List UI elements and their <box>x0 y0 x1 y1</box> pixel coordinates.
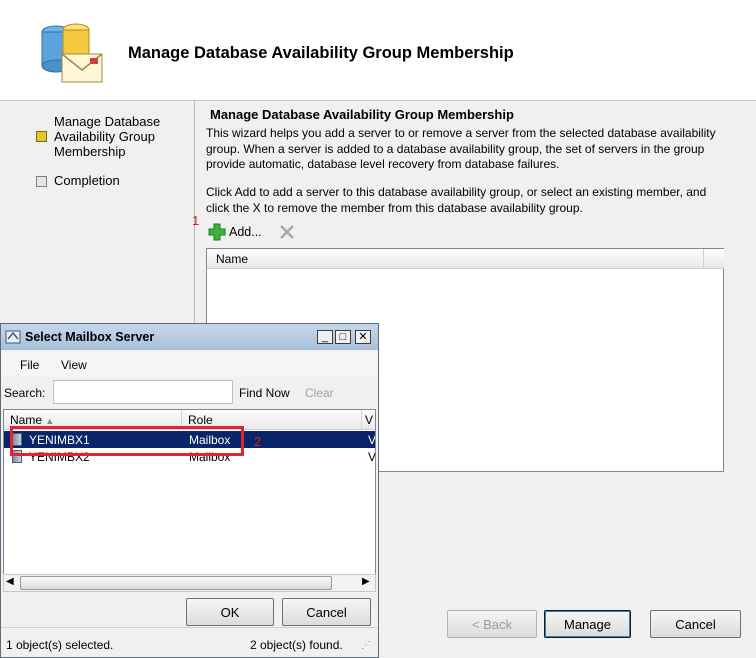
add-button-label: Add... <box>229 225 262 239</box>
search-label: Search: <box>4 386 46 400</box>
find-now-button[interactable]: Find Now <box>239 386 290 400</box>
annotation-2: 2 <box>254 434 262 449</box>
wizard-title: Manage Database Availability Group Membe… <box>128 44 514 62</box>
wizard-instructions: Click Add to add a server to this databa… <box>206 185 707 215</box>
name-column-header: Name <box>216 252 249 266</box>
step-completion-label: Completion <box>54 173 120 188</box>
annotation-highlight-box <box>10 426 244 456</box>
scrollbar-thumb[interactable] <box>20 576 332 590</box>
minimize-icon[interactable]: _ <box>317 330 333 344</box>
cancel-button[interactable]: Cancel <box>650 610 741 638</box>
horizontal-scrollbar[interactable]: ◀ ▶ <box>3 574 376 592</box>
close-icon[interactable]: ✕ <box>355 330 371 344</box>
remove-x-icon[interactable] <box>277 222 297 242</box>
wizard-description: This wizard helps you add a server to or… <box>206 126 716 171</box>
wizard-header: Manage Database Availability Group Membe… <box>0 0 756 101</box>
maximize-icon[interactable]: □ <box>335 330 351 344</box>
back-button[interactable]: < Back <box>447 610 537 638</box>
database-envelope-icon <box>41 23 103 83</box>
step-pending-icon <box>36 176 47 187</box>
status-found: 2 object(s) found. <box>250 638 343 652</box>
member-list-header[interactable]: Name <box>207 249 703 269</box>
server-version: V <box>368 433 376 447</box>
scroll-left-icon[interactable]: ◀ <box>6 576 14 587</box>
column-version[interactable]: V <box>362 410 375 429</box>
resize-grip-icon[interactable]: ⋰ <box>361 640 371 651</box>
dialog-title: Select Mailbox Server <box>25 330 155 344</box>
scroll-right-icon[interactable]: ▶ <box>362 576 370 587</box>
annotation-1: 1 <box>192 213 200 228</box>
status-selected: 1 object(s) selected. <box>6 638 114 652</box>
plus-icon <box>208 223 226 241</box>
menu-file[interactable]: File <box>20 358 39 372</box>
search-input[interactable] <box>53 380 233 404</box>
server-version: V <box>368 450 376 464</box>
add-button[interactable]: Add... <box>208 222 262 242</box>
member-list-header-filler <box>703 249 724 269</box>
select-mailbox-server-dialog: Select Mailbox Server _ □ ✕ File View Se… <box>0 323 379 658</box>
step-manage-label: Manage Database Availability Group Membe… <box>54 114 161 159</box>
clear-button[interactable]: Clear <box>305 386 334 400</box>
step-current-icon <box>36 131 47 142</box>
ok-button[interactable]: OK <box>186 598 274 626</box>
dialog-cancel-button[interactable]: Cancel <box>282 598 371 626</box>
dialog-menu-bar: File View <box>1 351 378 377</box>
menu-view[interactable]: View <box>61 358 87 372</box>
dialog-title-bar[interactable]: Select Mailbox Server _ □ ✕ <box>1 324 378 350</box>
page-title: Manage Database Availability Group Membe… <box>210 107 514 122</box>
manage-button[interactable]: Manage <box>544 610 631 638</box>
status-bar: 1 object(s) selected. 2 object(s) found.… <box>1 627 378 658</box>
dialog-icon <box>5 330 21 344</box>
